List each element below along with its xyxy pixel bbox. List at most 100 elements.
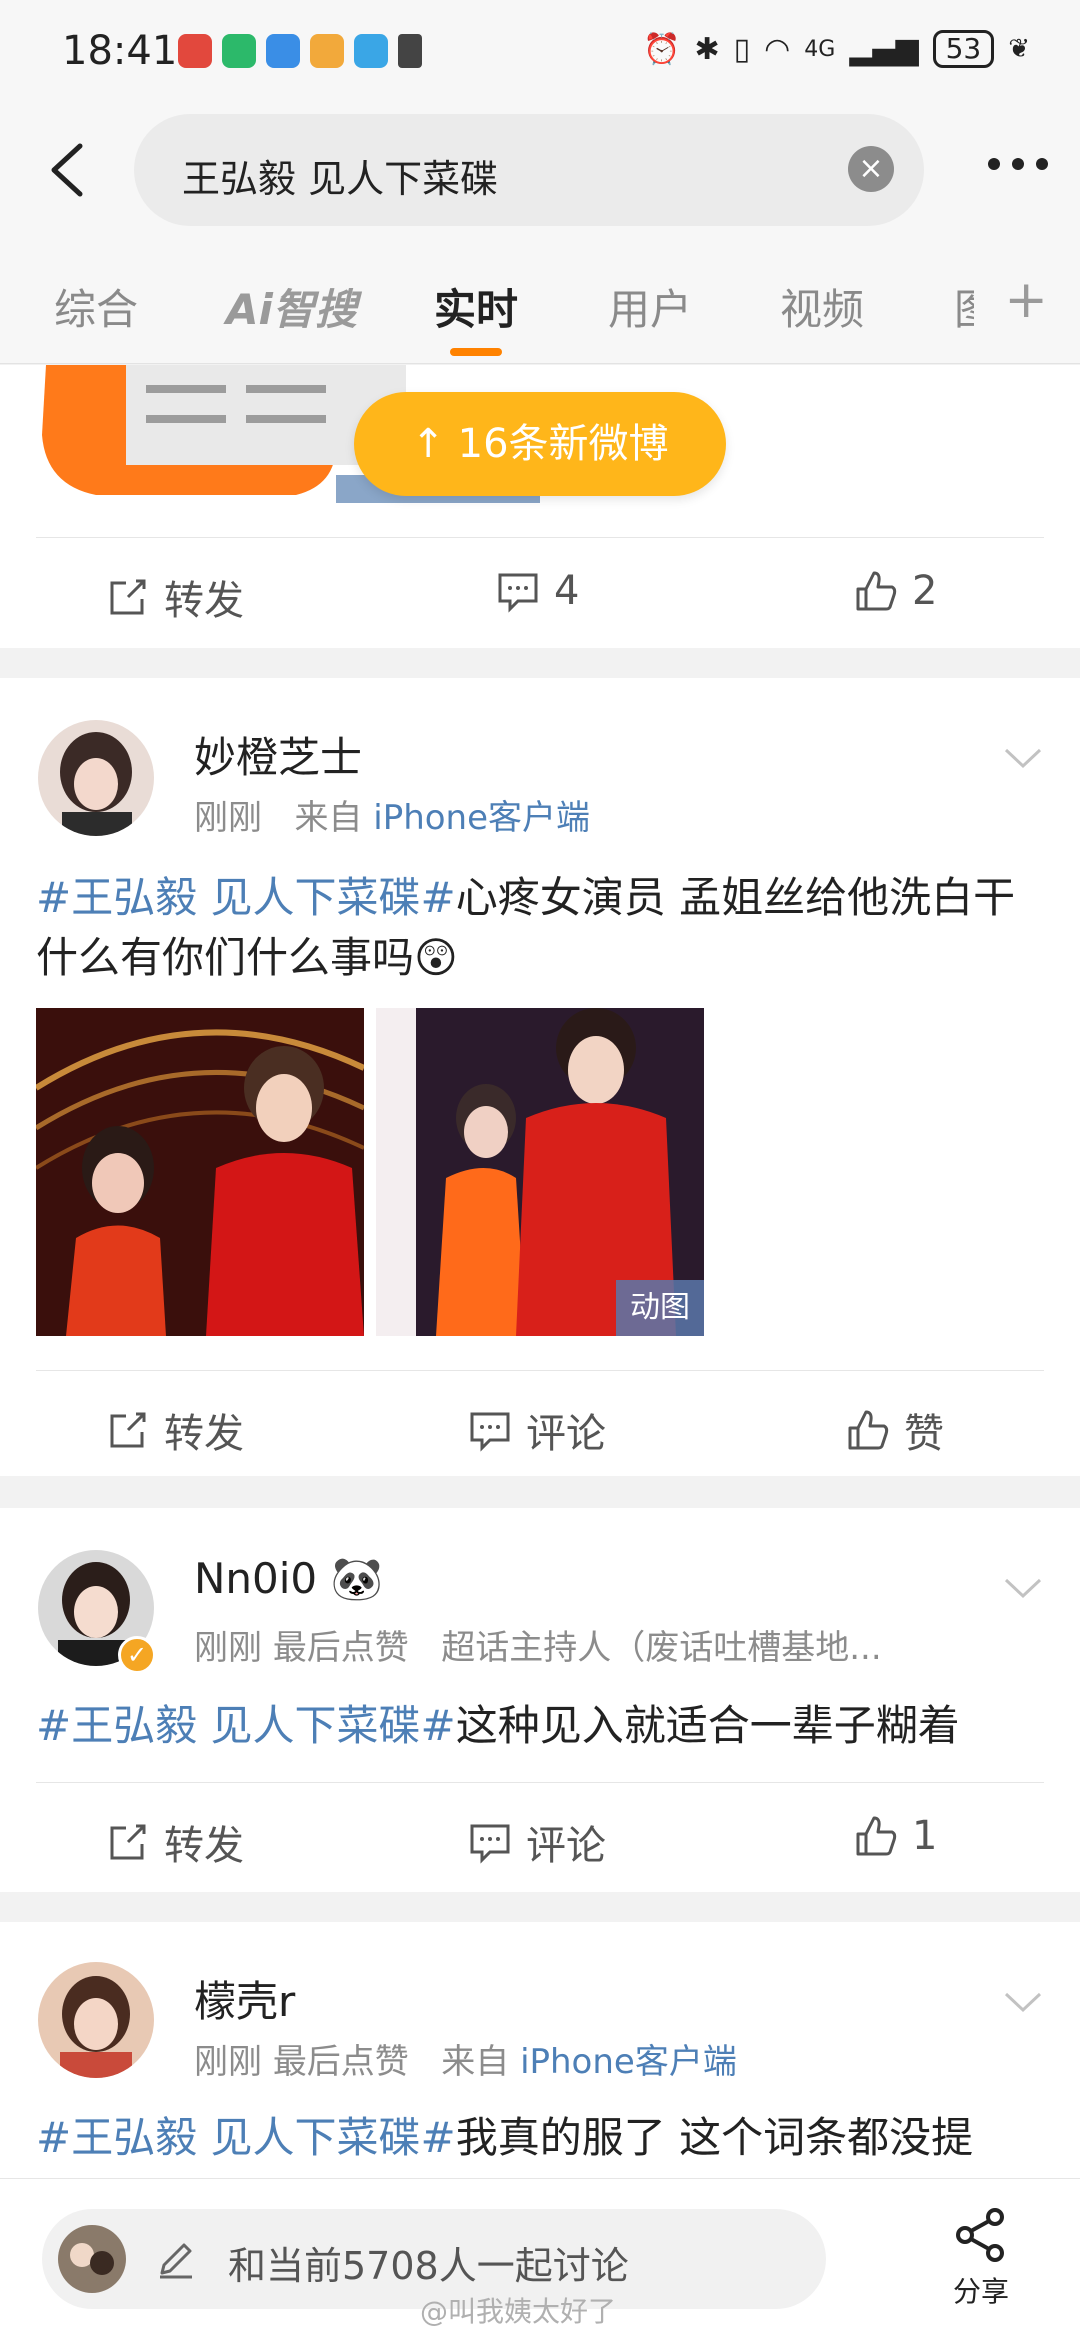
network-type: 4G (804, 36, 836, 62)
search-query[interactable]: 王弘毅 见人下菜碟 (182, 148, 498, 203)
leaf-icon: ❦ (1008, 34, 1030, 64)
post-actions: 转发 评论 赞 (0, 1371, 1080, 1481)
wifi-icon: ◠ (764, 31, 791, 67)
share-label: 分享 (952, 2275, 1009, 2308)
last-liked-label: 最后点赞 (272, 2042, 409, 2082)
repost-label: 转发 (164, 1823, 244, 1869)
tab-users[interactable]: 用户 (608, 276, 692, 337)
supertopic-host-label[interactable]: 超话主持人（废话吐槽基地... (441, 1628, 881, 1668)
username[interactable]: 妙橙芝士 (194, 724, 362, 785)
post-card: ✓ Nn0i0 🐼 刚刚 最后点赞 超话主持人（废话吐槽基地... #王弘毅 见… (0, 1508, 1080, 1892)
tab-realtime[interactable]: 实时 (434, 276, 518, 337)
hashtag-link[interactable]: #王弘毅 见人下菜碟# (36, 873, 456, 922)
tab-video[interactable]: 视频 (780, 276, 864, 337)
like-button[interactable]: 赞 (846, 1401, 944, 1459)
tab-comprehensive[interactable]: 综合 (54, 276, 138, 337)
app-notification-icon (222, 34, 256, 68)
post-time: 刚刚 (194, 1628, 262, 1668)
username[interactable]: Nn0i0 🐼 (194, 1554, 383, 1604)
repost-button[interactable]: 转发 (106, 1401, 244, 1459)
tab-ai-search[interactable]: Ai智搜 (226, 276, 357, 337)
new-posts-button[interactable]: ↑ 16条新微博 (354, 392, 726, 496)
notification-icons (178, 34, 422, 68)
battery-indicator: 53 (932, 30, 995, 68)
chevron-down-icon[interactable] (1002, 1980, 1044, 2022)
bluetooth-icon: ✱ (694, 31, 720, 67)
search-input[interactable]: 王弘毅 见人下菜碟 × (134, 114, 924, 226)
last-liked-label: 最后点赞 (272, 1628, 409, 1668)
app-notification-icon (354, 34, 388, 68)
hashtag-link[interactable]: #王弘毅 见人下菜碟# (36, 2113, 456, 2162)
comment-count: 4 (554, 568, 580, 614)
system-status: ⏰ ✱ ▯ ◠ 4G ▂▄▆ 53 ❦ (643, 30, 1030, 68)
post-text: #王弘毅 见人下菜碟#心疼女演员 孟姐丝给他洗白干什么有你们什么事吗😲 (36, 868, 1044, 988)
comment-button[interactable]: 4 (496, 568, 579, 614)
post-body: 这种见入就适合一辈子糊着 (455, 1701, 960, 1750)
username[interactable]: 檬壳r (194, 1968, 295, 2029)
avatar[interactable] (38, 720, 154, 836)
like-label: 赞 (904, 1411, 944, 1457)
avatar-stack (58, 2225, 126, 2293)
thumbs-up-icon (856, 571, 897, 611)
share-button[interactable]: 分享 (936, 2207, 1026, 2310)
nfc-icon (398, 34, 422, 68)
back-arrow-icon[interactable] (42, 140, 92, 200)
avatar[interactable] (38, 1962, 154, 2078)
repost-label: 转发 (164, 1411, 244, 1457)
post-body: 我真的服了 这个词条都没提 (455, 2113, 974, 2162)
search-header: 王弘毅 见人下菜碟 × (0, 100, 1080, 240)
watermark: @叫我姨太好了 (420, 2295, 617, 2328)
post-source[interactable]: iPhone客户端 (373, 798, 590, 838)
add-tab-icon[interactable]: + (1004, 270, 1048, 330)
comment-icon (498, 573, 538, 613)
comment-icon (470, 1824, 510, 1864)
more-options-icon[interactable] (988, 158, 1048, 170)
app-notification-icon (266, 34, 300, 68)
chevron-down-icon[interactable] (1002, 1566, 1044, 1608)
thumbs-up-icon (856, 1816, 897, 1856)
like-count: 2 (912, 568, 938, 614)
status-time: 18:41 (62, 28, 178, 74)
post-image[interactable] (36, 1008, 364, 1336)
search-tabs: 综合 Ai智搜 实时 用户 视频 图 + (0, 240, 1080, 364)
comment-button[interactable]: 评论 (468, 1813, 606, 1871)
repost-button[interactable]: 转发 (106, 1813, 244, 1871)
comment-icon (470, 1412, 510, 1452)
vibrate-icon: ▯ (733, 31, 751, 67)
repost-icon (110, 1412, 146, 1448)
like-button[interactable]: 1 (854, 1813, 937, 1859)
status-bar: 18:41 ⏰ ✱ ▯ ◠ 4G ▂▄▆ 53 ❦ (0, 0, 1080, 100)
active-tab-indicator (450, 348, 502, 356)
chevron-down-icon[interactable] (1002, 736, 1044, 778)
discussion-placeholder: 和当前5708人一起讨论 (228, 2244, 629, 2288)
post-text: #王弘毅 见人下菜碟#我真的服了 这个词条都没提 (36, 2108, 1044, 2168)
post-card: 檬壳r 刚刚 最后点赞 来自 iPhone客户端 #王弘毅 见人下菜碟#我真的服… (0, 1922, 1080, 2178)
repost-icon (110, 1824, 146, 1860)
clear-search-icon[interactable]: × (848, 146, 894, 192)
source-prefix: 来自 (441, 2042, 510, 2082)
alarm-icon: ⏰ (643, 31, 681, 67)
pencil-icon (160, 2243, 192, 2279)
post-meta: 刚刚 最后点赞 超话主持人（废话吐槽基地... (194, 1620, 882, 1669)
hashtag-link[interactable]: #王弘毅 见人下菜碟# (36, 1701, 456, 1750)
comment-label: 评论 (526, 1411, 606, 1457)
like-button[interactable]: 2 (854, 568, 937, 614)
animated-image-badge: 动图 (616, 1280, 704, 1336)
app-notification-icon (178, 34, 212, 68)
post-text: #王弘毅 见人下菜碟#这种见入就适合一辈子糊着 (36, 1696, 1044, 1756)
repost-button[interactable]: 转发 (106, 568, 244, 626)
post-actions: 转发 4 2 (0, 538, 1080, 648)
tab-images[interactable]: 图 (954, 276, 974, 337)
repost-icon (110, 579, 146, 615)
post-actions: 转发 评论 1 (0, 1783, 1080, 1893)
post-source[interactable]: iPhone客户端 (520, 2042, 737, 2082)
post-time: 刚刚 (194, 2042, 262, 2082)
like-count: 1 (912, 1813, 938, 1859)
repost-label: 转发 (164, 578, 244, 624)
app-notification-icon (310, 34, 344, 68)
comment-label: 评论 (526, 1823, 606, 1869)
post-card: 妙橙芝士 刚刚 来自 iPhone客户端 #王弘毅 见人下菜碟#心疼女演员 孟姐… (0, 678, 1080, 1476)
share-icon (956, 2208, 1004, 2262)
comment-button[interactable]: 评论 (468, 1401, 606, 1459)
source-prefix: 来自 (294, 798, 363, 838)
